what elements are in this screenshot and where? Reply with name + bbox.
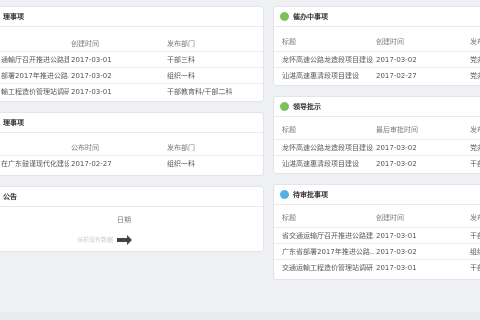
column-header: 发布	[470, 126, 480, 134]
table-row[interactable]: 汕湛高速惠清段项目建设 2017-03-02 干部	[274, 155, 480, 172]
column-header: 创建时间	[376, 38, 404, 46]
row-dept: 党办	[470, 56, 480, 64]
row-dept: 组织	[470, 248, 480, 256]
column-header: 标题	[282, 126, 296, 134]
row-date: 2017-02-27	[71, 160, 112, 168]
row-date: 2017-03-02	[376, 248, 417, 256]
table-row[interactable]: 龙怀高速公路龙造段项目建设 2017-03-02 党办	[274, 139, 480, 156]
column-header: 公布时间	[71, 144, 99, 152]
table-row[interactable]: 通輸厅召开推进公路建... 2017-03-01 干部三科	[0, 51, 263, 68]
empty-text: 当前没有数据	[77, 237, 114, 244]
row-title[interactable]: 部署2017年推进公路...	[1, 68, 69, 84]
column-header: 发布部门	[167, 40, 195, 48]
panel-title: 待审批事项	[293, 190, 328, 199]
row-date: 2017-03-02	[376, 56, 417, 64]
row-date: 2017-03-01	[71, 88, 112, 96]
table-row[interactable]: 龙怀高速公路龙造段项目建设 2017-03-02 党办	[274, 51, 480, 68]
announcement-panel: 公告 日期 当前没有数据	[0, 186, 264, 252]
column-header: 创建时间	[376, 214, 404, 222]
panel-header: 理事项	[0, 7, 263, 27]
column-header: 创建时间	[71, 40, 99, 48]
panel-header: 催办中事项	[274, 7, 480, 27]
row-dept: 干部	[470, 264, 480, 272]
arrow-right-icon	[117, 234, 133, 245]
table-row[interactable]: 省交通运输厅召开推进公路建... 2017-03-01 干部	[274, 227, 480, 244]
row-dept: 组织一科	[167, 160, 195, 168]
green-dot-icon	[280, 12, 289, 21]
row-title[interactable]: 交通运輸工程造价管理站调研	[282, 260, 374, 276]
panel-title: 催办中事项	[293, 12, 328, 21]
row-date: 2017-03-01	[71, 56, 112, 64]
panel-title: 领导批示	[293, 102, 321, 111]
column-header: 发布部门	[167, 144, 195, 152]
row-dept: 干部三科	[167, 56, 195, 64]
empty-state: 当前没有数据	[77, 234, 133, 245]
row-date: 2017-03-02	[71, 72, 112, 80]
pending-items-panel: 理事项 创建时间 发布部门 通輸厅召开推进公路建... 2017-03-01 干…	[0, 6, 264, 102]
row-title[interactable]: 通輸厅召开推进公路建...	[1, 52, 69, 68]
column-header: 标题	[282, 214, 296, 222]
row-dept: 党办	[470, 72, 480, 80]
row-dept: 干部	[470, 160, 480, 168]
table-row[interactable]: 广东省部署2017年推进公路... 2017-03-02 组织	[274, 243, 480, 260]
row-title[interactable]: 汕湛高速惠清段项目建设	[282, 68, 374, 84]
row-date: 2017-03-01	[376, 232, 417, 240]
row-title[interactable]: 龙怀高速公路龙造段项目建设	[282, 140, 374, 156]
bottom-divider	[0, 312, 480, 320]
row-dept: 组织一科	[167, 72, 195, 80]
column-header: 最后审批时间	[376, 126, 418, 134]
table-header: 标题 创建时间 发布	[274, 211, 480, 227]
panel-header: 领导批示	[274, 97, 480, 117]
table-row[interactable]: 在广东鼓谨现代化建设... 2017-02-27 组织一科	[0, 155, 263, 172]
panel-title: 理事项	[3, 118, 24, 127]
green-dot-icon	[280, 102, 289, 111]
table-header: 标题 创建时间 发布	[274, 35, 480, 51]
row-title[interactable]: 龙怀高速公路龙造段项目建设	[282, 52, 374, 68]
urging-items-panel: 催办中事项 标题 创建时间 发布 龙怀高速公路龙造段项目建设 2017-03-0…	[273, 6, 480, 86]
row-dept: 党办	[470, 144, 480, 152]
column-header: 发布	[470, 214, 480, 222]
blue-dot-icon	[280, 190, 289, 199]
leader-instructions-panel: 领导批示 标题 最后审批时间 发布 龙怀高速公路龙造段项目建设 2017-03-…	[273, 96, 480, 174]
row-title[interactable]: 汕湛高速惠清段项目建设	[282, 156, 374, 172]
table-row[interactable]: 交通运輸工程造价管理站调研 2017-03-01 干部	[274, 259, 480, 276]
row-title[interactable]: 輸工程造价管理站调研	[1, 84, 69, 100]
row-title[interactable]: 在广东鼓谨现代化建设...	[1, 156, 69, 172]
row-date: 2017-02-27	[376, 72, 417, 80]
panel-header: 理事项	[0, 113, 263, 133]
table-header: 标题 最后审批时间 发布	[274, 123, 480, 139]
table-row[interactable]: 汕湛高速惠清段项目建设 2017-02-27 党办	[274, 67, 480, 84]
row-date: 2017-03-01	[376, 264, 417, 272]
table-header: 日期	[0, 213, 263, 229]
column-header: 发布	[470, 38, 480, 46]
panel-header: 待审批事项	[274, 185, 480, 205]
panel-title: 公告	[3, 192, 17, 201]
row-date: 2017-03-02	[376, 144, 417, 152]
row-title[interactable]: 广东省部署2017年推进公路...	[282, 244, 374, 260]
row-title[interactable]: 省交通运输厅召开推进公路建...	[282, 228, 374, 244]
row-dept: 干部	[470, 232, 480, 240]
panel-header: 公告	[0, 187, 263, 207]
column-header: 日期	[117, 216, 131, 224]
panel-title: 理事项	[3, 12, 24, 21]
table-row[interactable]: 部署2017年推进公路... 2017-03-02 组织一科	[0, 67, 263, 84]
column-header: 标题	[282, 38, 296, 46]
row-dept: 干部教育科/干部二科	[167, 88, 233, 96]
handled-items-panel: 理事项 公布时间 发布部门 在广东鼓谨现代化建设... 2017-02-27 组…	[0, 112, 264, 176]
table-row[interactable]: 輸工程造价管理站调研 2017-03-01 干部教育科/干部二科	[0, 83, 263, 100]
pending-approval-panel: 待审批事项 标题 创建时间 发布 省交通运输厅召开推进公路建... 2017-0…	[273, 184, 480, 280]
row-date: 2017-03-02	[376, 160, 417, 168]
